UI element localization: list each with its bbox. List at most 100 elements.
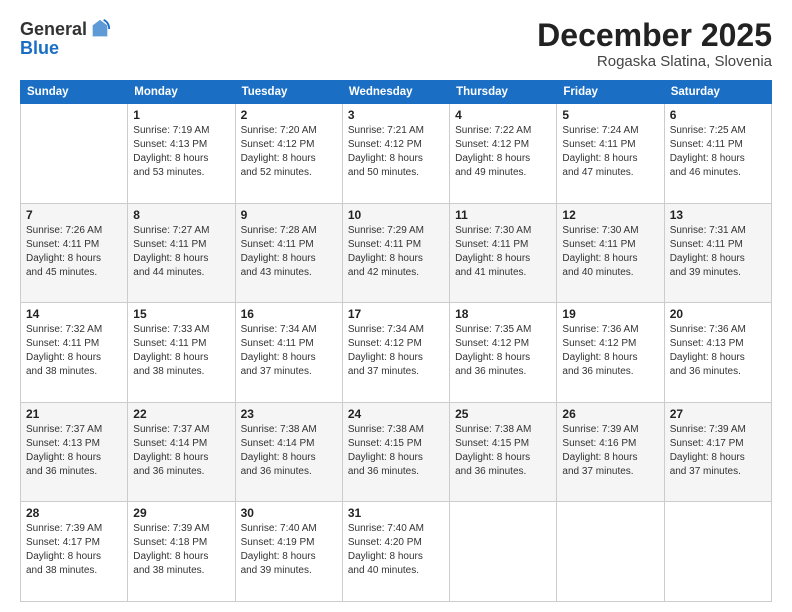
day-number: 9	[241, 208, 337, 222]
day-number: 13	[670, 208, 766, 222]
header: General Blue December 2025 Rogaska Slati…	[20, 18, 772, 70]
calendar-day-27: 27 Sunrise: 7:39 AMSunset: 4:17 PMDayligh…	[664, 402, 771, 502]
day-number: 14	[26, 307, 122, 321]
logo-text: General	[20, 18, 111, 40]
calendar-day-11: 11 Sunrise: 7:30 AMSunset: 4:11 PMDayligh…	[450, 203, 557, 303]
calendar-week-row: 21 Sunrise: 7:37 AMSunset: 4:13 PMDayligh…	[21, 402, 772, 502]
day-info: Sunrise: 7:38 AMSunset: 4:15 PMDaylight:…	[455, 423, 551, 479]
calendar-header-row: SundayMondayTuesdayWednesdayThursdayFrid…	[21, 81, 772, 104]
day-number: 18	[455, 307, 551, 321]
day-number: 24	[348, 407, 444, 421]
day-info: Sunrise: 7:30 AMSunset: 4:11 PMDaylight:…	[455, 224, 551, 280]
day-number: 8	[133, 208, 229, 222]
calendar-weekday-thursday: Thursday	[450, 81, 557, 104]
calendar-week-row: 28 Sunrise: 7:39 AMSunset: 4:17 PMDayligh…	[21, 502, 772, 602]
day-info: Sunrise: 7:27 AMSunset: 4:11 PMDaylight:…	[133, 224, 229, 280]
page-subtitle: Rogaska Slatina, Slovenia	[537, 53, 772, 70]
day-number: 17	[348, 307, 444, 321]
day-number: 6	[670, 108, 766, 122]
day-info: Sunrise: 7:24 AMSunset: 4:11 PMDaylight:…	[562, 124, 658, 180]
day-info: Sunrise: 7:39 AMSunset: 4:16 PMDaylight:…	[562, 423, 658, 479]
day-number: 31	[348, 506, 444, 520]
calendar-weekday-tuesday: Tuesday	[235, 81, 342, 104]
day-info: Sunrise: 7:34 AMSunset: 4:12 PMDaylight:…	[348, 323, 444, 379]
calendar-weekday-sunday: Sunday	[21, 81, 128, 104]
day-number: 28	[26, 506, 122, 520]
page: General Blue December 2025 Rogaska Slati…	[0, 0, 792, 612]
day-info: Sunrise: 7:22 AMSunset: 4:12 PMDaylight:…	[455, 124, 551, 180]
day-number: 25	[455, 407, 551, 421]
day-number: 26	[562, 407, 658, 421]
calendar-day-4: 4 Sunrise: 7:22 AMSunset: 4:12 PMDaylight…	[450, 104, 557, 204]
day-info: Sunrise: 7:39 AMSunset: 4:17 PMDaylight:…	[670, 423, 766, 479]
calendar-day-3: 3 Sunrise: 7:21 AMSunset: 4:12 PMDaylight…	[342, 104, 449, 204]
calendar-day-8: 8 Sunrise: 7:27 AMSunset: 4:11 PMDaylight…	[128, 203, 235, 303]
day-info: Sunrise: 7:36 AMSunset: 4:13 PMDaylight:…	[670, 323, 766, 379]
day-info: Sunrise: 7:29 AMSunset: 4:11 PMDaylight:…	[348, 224, 444, 280]
logo-icon	[89, 18, 111, 40]
day-info: Sunrise: 7:26 AMSunset: 4:11 PMDaylight:…	[26, 224, 122, 280]
day-info: Sunrise: 7:39 AMSunset: 4:17 PMDaylight:…	[26, 522, 122, 578]
calendar-weekday-monday: Monday	[128, 81, 235, 104]
day-number: 23	[241, 407, 337, 421]
title-block: December 2025 Rogaska Slatina, Slovenia	[537, 18, 772, 70]
day-number: 15	[133, 307, 229, 321]
day-info: Sunrise: 7:31 AMSunset: 4:11 PMDaylight:…	[670, 224, 766, 280]
day-number: 22	[133, 407, 229, 421]
calendar-weekday-saturday: Saturday	[664, 81, 771, 104]
calendar-table: SundayMondayTuesdayWednesdayThursdayFrid…	[20, 80, 772, 602]
calendar-weekday-wednesday: Wednesday	[342, 81, 449, 104]
day-info: Sunrise: 7:21 AMSunset: 4:12 PMDaylight:…	[348, 124, 444, 180]
calendar-day-22: 22Sunrise: 7:37 AMSunset: 4:14 PMDayligh…	[128, 402, 235, 502]
calendar-day-28: 28 Sunrise: 7:39 AMSunset: 4:17 PMDayligh…	[21, 502, 128, 602]
calendar-day-12: 12Sunrise: 7:30 AMSunset: 4:11 PMDayligh…	[557, 203, 664, 303]
day-number: 5	[562, 108, 658, 122]
calendar-day-30: 30 Sunrise: 7:40 AMSunset: 4:19 PMDayligh…	[235, 502, 342, 602]
day-number: 21	[26, 407, 122, 421]
day-number: 2	[241, 108, 337, 122]
day-number: 1	[133, 108, 229, 122]
calendar-day-6: 6 Sunrise: 7:25 AMSunset: 4:11 PMDaylight…	[664, 104, 771, 204]
day-info: Sunrise: 7:25 AMSunset: 4:11 PMDaylight:…	[670, 124, 766, 180]
calendar-day-empty	[664, 502, 771, 602]
calendar-week-row: 14 Sunrise: 7:32 AMSunset: 4:11 PMDayligh…	[21, 303, 772, 403]
calendar-day-15: 15 Sunrise: 7:33 AMSunset: 4:11 PMDayligh…	[128, 303, 235, 403]
calendar-day-18: 18 Sunrise: 7:35 AMSunset: 4:12 PMDayligh…	[450, 303, 557, 403]
day-info: Sunrise: 7:40 AMSunset: 4:19 PMDaylight:…	[241, 522, 337, 578]
day-info: Sunrise: 7:20 AMSunset: 4:12 PMDaylight:…	[241, 124, 337, 180]
page-title: December 2025	[537, 18, 772, 53]
day-info: Sunrise: 7:40 AMSunset: 4:20 PMDaylight:…	[348, 522, 444, 578]
calendar-day-29: 29Sunrise: 7:39 AMSunset: 4:18 PMDayligh…	[128, 502, 235, 602]
day-number: 30	[241, 506, 337, 520]
calendar-weekday-friday: Friday	[557, 81, 664, 104]
day-info: Sunrise: 7:37 AMSunset: 4:13 PMDaylight:…	[26, 423, 122, 479]
day-info: Sunrise: 7:35 AMSunset: 4:12 PMDaylight:…	[455, 323, 551, 379]
day-number: 12	[562, 208, 658, 222]
calendar-day-5: 5 Sunrise: 7:24 AMSunset: 4:11 PMDaylight…	[557, 104, 664, 204]
calendar-day-25: 25 Sunrise: 7:38 AMSunset: 4:15 PMDayligh…	[450, 402, 557, 502]
calendar-day-24: 24Sunrise: 7:38 AMSunset: 4:15 PMDayligh…	[342, 402, 449, 502]
day-info: Sunrise: 7:33 AMSunset: 4:11 PMDaylight:…	[133, 323, 229, 379]
calendar-week-row: 7 Sunrise: 7:26 AMSunset: 4:11 PMDaylight…	[21, 203, 772, 303]
calendar-day-16: 16Sunrise: 7:34 AMSunset: 4:11 PMDayligh…	[235, 303, 342, 403]
day-number: 11	[455, 208, 551, 222]
logo-blue-text: Blue	[20, 38, 59, 59]
calendar-day-23: 23 Sunrise: 7:38 AMSunset: 4:14 PMDayligh…	[235, 402, 342, 502]
day-number: 3	[348, 108, 444, 122]
day-number: 4	[455, 108, 551, 122]
calendar-day-7: 7 Sunrise: 7:26 AMSunset: 4:11 PMDaylight…	[21, 203, 128, 303]
day-info: Sunrise: 7:34 AMSunset: 4:11 PMDaylight:…	[241, 323, 337, 379]
day-number: 19	[562, 307, 658, 321]
logo-general: General	[20, 20, 87, 38]
day-number: 27	[670, 407, 766, 421]
calendar-day-31: 31 Sunrise: 7:40 AMSunset: 4:20 PMDayligh…	[342, 502, 449, 602]
logo: General Blue	[20, 18, 111, 59]
calendar-day-1: 1Sunrise: 7:19 AMSunset: 4:13 PMDaylight…	[128, 104, 235, 204]
calendar-day-21: 21 Sunrise: 7:37 AMSunset: 4:13 PMDayligh…	[21, 402, 128, 502]
day-number: 29	[133, 506, 229, 520]
day-info: Sunrise: 7:38 AMSunset: 4:14 PMDaylight:…	[241, 423, 337, 479]
day-number: 7	[26, 208, 122, 222]
calendar-week-row: 1Sunrise: 7:19 AMSunset: 4:13 PMDaylight…	[21, 104, 772, 204]
day-info: Sunrise: 7:32 AMSunset: 4:11 PMDaylight:…	[26, 323, 122, 379]
calendar-day-13: 13 Sunrise: 7:31 AMSunset: 4:11 PMDayligh…	[664, 203, 771, 303]
